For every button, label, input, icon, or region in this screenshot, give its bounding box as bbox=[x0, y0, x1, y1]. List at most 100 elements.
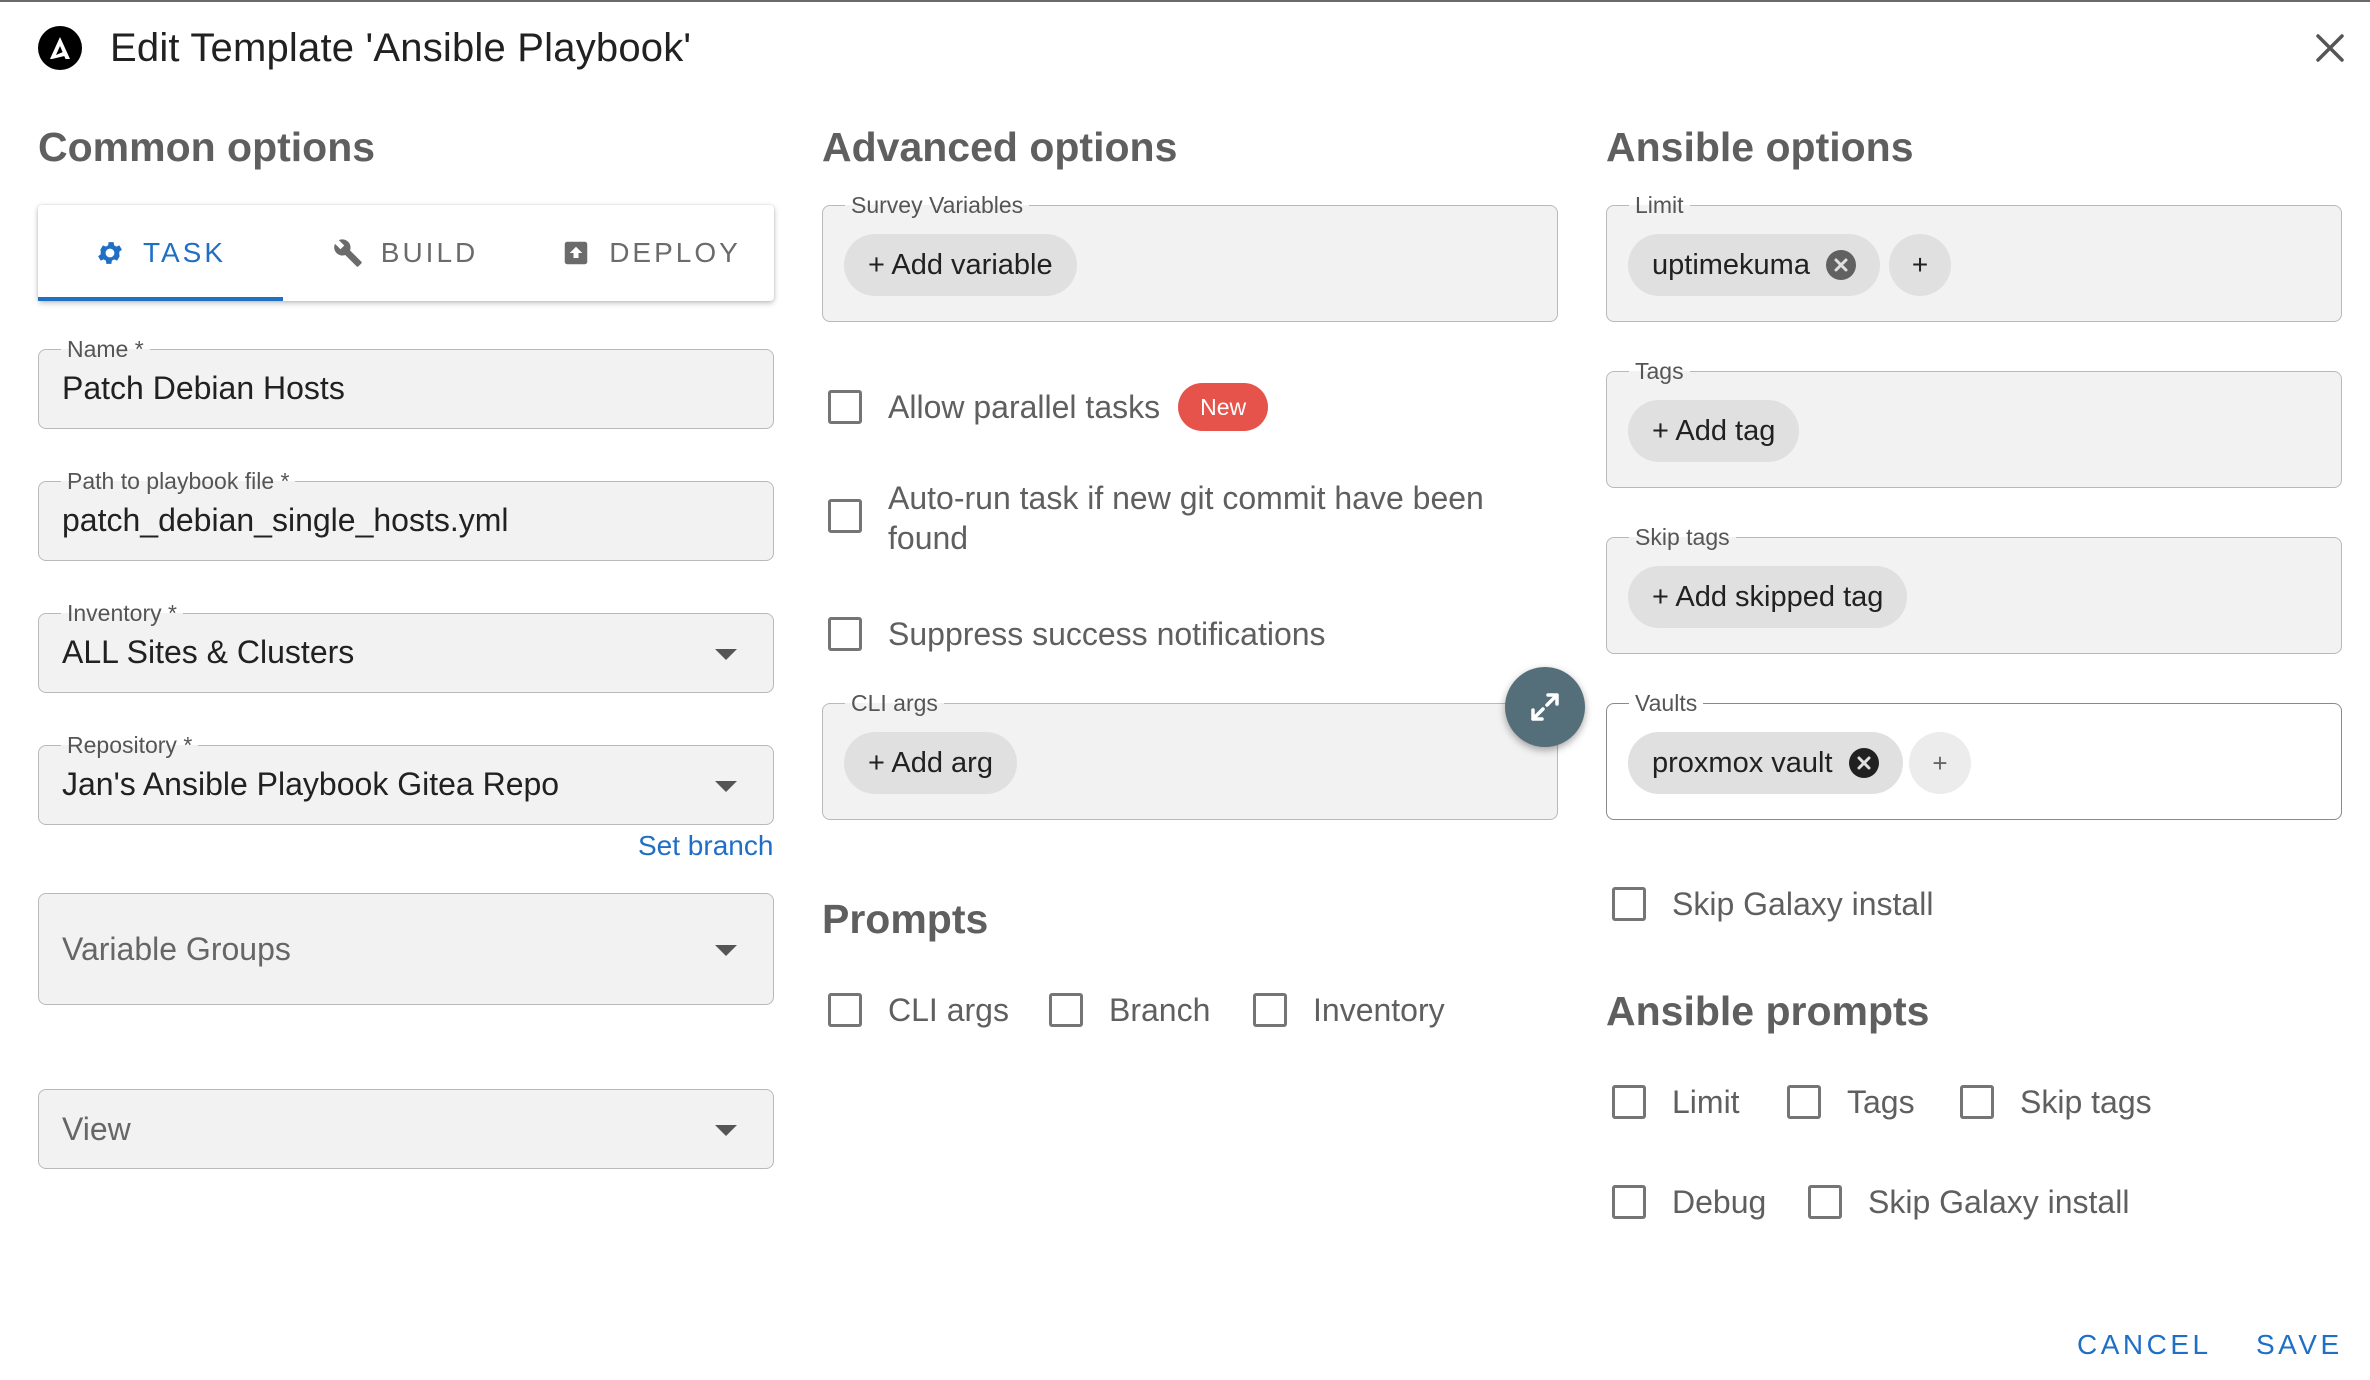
tab-deploy[interactable]: DEPLOY bbox=[528, 205, 774, 301]
cli-args-box: CLI args + Add arg bbox=[822, 690, 1558, 820]
name-field[interactable]: Name * Patch Debian Hosts bbox=[38, 336, 774, 429]
expand-fab[interactable] bbox=[1505, 667, 1585, 747]
variable-groups-placeholder: Variable Groups bbox=[62, 931, 291, 967]
prompt-tags-checkbox[interactable]: Tags bbox=[1787, 1082, 1915, 1122]
checkbox-box[interactable] bbox=[1253, 993, 1287, 1027]
limit-chip[interactable]: uptimekuma bbox=[1628, 234, 1880, 296]
prompt-limit-label: Limit bbox=[1672, 1084, 1740, 1120]
prompt-skip-tags-checkbox[interactable]: Skip tags bbox=[1960, 1082, 2152, 1122]
repository-value: Jan's Ansible Playbook Gitea Repo bbox=[62, 766, 560, 802]
common-options-heading: Common options bbox=[38, 124, 376, 170]
wrench-icon bbox=[333, 238, 363, 268]
upload-box-icon bbox=[561, 238, 591, 268]
cancel-button[interactable]: CANCEL bbox=[2077, 1329, 2212, 1361]
prompt-inventory-checkbox[interactable]: Inventory bbox=[1253, 990, 1445, 1030]
autorun-checkbox[interactable]: Auto-run task if new git commit have bee… bbox=[828, 478, 1484, 558]
gear-icon bbox=[95, 238, 125, 268]
prompt-cli-args-checkbox[interactable]: CLI args bbox=[828, 990, 1009, 1030]
add-tag-button[interactable]: + Add tag bbox=[1628, 400, 1800, 462]
set-branch-link[interactable]: Set branch bbox=[638, 830, 773, 862]
name-value: Patch Debian Hosts bbox=[62, 370, 345, 406]
view-placeholder: View bbox=[62, 1111, 131, 1147]
top-divider bbox=[0, 0, 2370, 2]
checkbox-box[interactable] bbox=[1612, 887, 1646, 921]
checkbox-box[interactable] bbox=[828, 617, 862, 651]
prompt-skip-galaxy-label: Skip Galaxy install bbox=[1868, 1184, 2130, 1220]
dialog-title: Edit Template 'Ansible Playbook' bbox=[110, 25, 692, 70]
prompt-skip-galaxy-checkbox[interactable]: Skip Galaxy install bbox=[1808, 1182, 2129, 1222]
repository-select[interactable]: Repository * Jan's Ansible Playbook Gite… bbox=[38, 732, 774, 825]
checkbox-box[interactable] bbox=[828, 993, 862, 1027]
autorun-label: Auto-run task if new git commit have bee… bbox=[888, 478, 1484, 558]
limit-label: Limit bbox=[1629, 192, 1690, 218]
chevron-down-icon bbox=[715, 945, 737, 956]
tab-build[interactable]: BUILD bbox=[283, 205, 528, 301]
close-icon[interactable] bbox=[2310, 28, 2350, 68]
limit-chip-label: uptimekuma bbox=[1652, 248, 1810, 281]
skip-galaxy-label: Skip Galaxy install bbox=[1672, 886, 1934, 922]
allow-parallel-checkbox[interactable]: Allow parallel tasks New bbox=[828, 383, 1269, 431]
name-label: Name * bbox=[61, 336, 150, 362]
save-button[interactable]: SAVE bbox=[2256, 1329, 2343, 1361]
prompt-skip-tags-label: Skip tags bbox=[2020, 1084, 2152, 1120]
ansible-logo-icon bbox=[38, 26, 82, 70]
add-skipped-tag-button[interactable]: + Add skipped tag bbox=[1628, 566, 1908, 628]
add-variable-button[interactable]: + Add variable bbox=[844, 234, 1077, 296]
expand-icon bbox=[1531, 693, 1559, 721]
prompt-limit-checkbox[interactable]: Limit bbox=[1612, 1082, 1740, 1122]
variable-groups-select[interactable]: Variable Groups bbox=[38, 893, 774, 1005]
prompt-branch-checkbox[interactable]: Branch bbox=[1049, 990, 1210, 1030]
dialog-header: Edit Template 'Ansible Playbook' bbox=[38, 26, 691, 70]
chevron-down-icon bbox=[715, 649, 737, 660]
playbook-path-label: Path to playbook file * bbox=[61, 468, 296, 494]
advanced-options-heading: Advanced options bbox=[822, 124, 1178, 170]
prompt-debug-label: Debug bbox=[1672, 1184, 1767, 1220]
checkbox-box[interactable] bbox=[1612, 1185, 1646, 1219]
cli-args-label: CLI args bbox=[845, 690, 944, 716]
autorun-label-line1: Auto-run task if new git commit have bee… bbox=[888, 480, 1484, 516]
playbook-path-value: patch_debian_single_hosts.yml bbox=[62, 502, 509, 538]
repository-label: Repository * bbox=[61, 732, 199, 758]
tab-task[interactable]: TASK bbox=[38, 205, 283, 301]
view-select[interactable]: View bbox=[38, 1089, 774, 1169]
prompt-cli-args-label: CLI args bbox=[888, 992, 1009, 1028]
add-vault-button[interactable]: + bbox=[1909, 732, 1971, 794]
tab-task-label: TASK bbox=[142, 237, 227, 268]
template-type-tabs: TASK BUILD DEPLOY bbox=[38, 205, 774, 301]
playbook-path-field[interactable]: Path to playbook file * patch_debian_sin… bbox=[38, 468, 774, 561]
checkbox-box[interactable] bbox=[828, 499, 862, 533]
remove-chip-icon[interactable] bbox=[1825, 250, 1856, 280]
ansible-options-heading: Ansible options bbox=[1606, 124, 1914, 170]
suppress-notifications-checkbox[interactable]: Suppress success notifications bbox=[828, 614, 1326, 654]
checkbox-box[interactable] bbox=[1960, 1085, 1994, 1119]
suppress-notifications-label: Suppress success notifications bbox=[888, 616, 1326, 652]
limit-box: Limit uptimekuma + bbox=[1606, 192, 2342, 322]
checkbox-box[interactable] bbox=[828, 390, 862, 424]
vaults-box: Vaults proxmox vault + bbox=[1606, 690, 2342, 820]
add-limit-button[interactable]: + bbox=[1889, 234, 1951, 296]
add-arg-button[interactable]: + Add arg bbox=[844, 732, 1017, 794]
skip-tags-box: Skip tags + Add skipped tag bbox=[1606, 524, 2342, 654]
inventory-select[interactable]: Inventory * ALL Sites & Clusters bbox=[38, 600, 774, 693]
autorun-label-line2: found bbox=[888, 520, 969, 556]
checkbox-box[interactable] bbox=[1808, 1185, 1842, 1219]
prompt-debug-checkbox[interactable]: Debug bbox=[1612, 1182, 1766, 1222]
prompt-branch-label: Branch bbox=[1109, 992, 1211, 1028]
remove-chip-icon[interactable] bbox=[1848, 748, 1879, 778]
chevron-down-icon bbox=[715, 781, 737, 792]
new-badge: New bbox=[1178, 383, 1269, 431]
tags-label: Tags bbox=[1629, 358, 1690, 384]
survey-variables-label: Survey Variables bbox=[845, 192, 1030, 218]
checkbox-box[interactable] bbox=[1787, 1085, 1821, 1119]
vaults-label: Vaults bbox=[1629, 690, 1704, 716]
skip-galaxy-checkbox[interactable]: Skip Galaxy install bbox=[1612, 884, 1933, 924]
survey-variables-box: Survey Variables + Add variable bbox=[822, 192, 1558, 322]
inventory-label: Inventory * bbox=[61, 600, 183, 626]
ansible-prompts-heading: Ansible prompts bbox=[1606, 988, 1930, 1034]
vault-chip[interactable]: proxmox vault bbox=[1628, 732, 1903, 794]
inventory-value: ALL Sites & Clusters bbox=[62, 634, 355, 670]
tags-box: Tags + Add tag bbox=[1606, 358, 2342, 488]
checkbox-box[interactable] bbox=[1612, 1085, 1646, 1119]
prompt-tags-label: Tags bbox=[1847, 1084, 1915, 1120]
checkbox-box[interactable] bbox=[1049, 993, 1083, 1027]
